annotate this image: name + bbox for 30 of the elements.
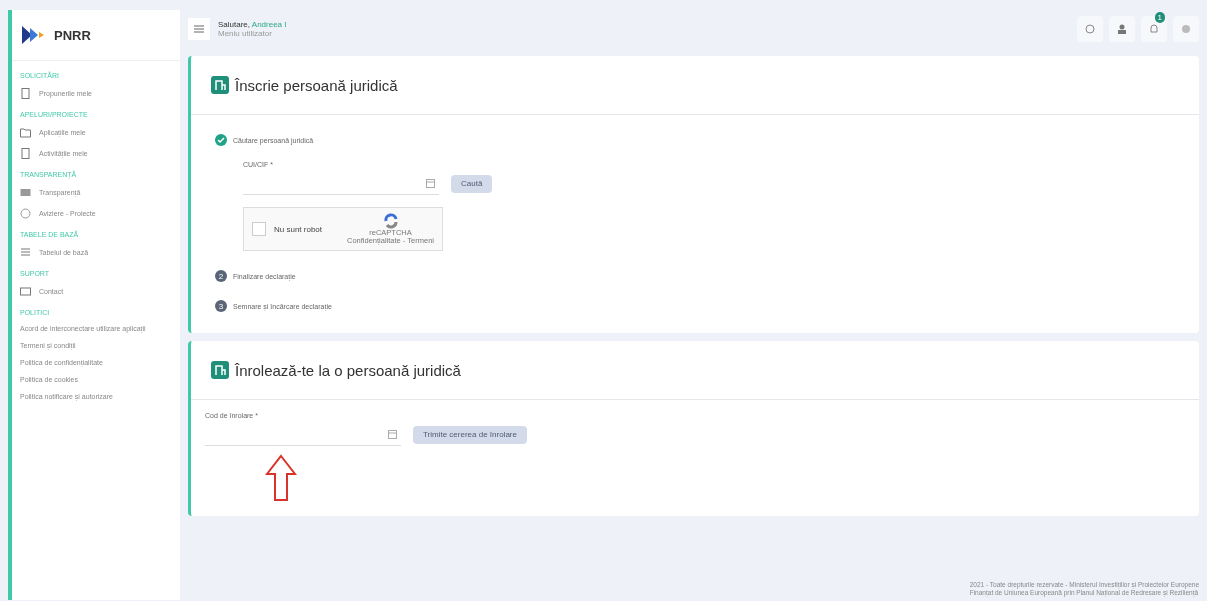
building-icon xyxy=(211,76,229,94)
user-menu-link[interactable]: Meniu utilizator xyxy=(218,29,287,38)
menu-icon xyxy=(194,25,204,33)
card-title: Înrolează-te la o persoană juridică xyxy=(235,361,461,379)
captcha-checkbox[interactable] xyxy=(252,222,266,236)
building-icon xyxy=(211,361,229,379)
folder-icon xyxy=(20,127,31,138)
circle-icon xyxy=(20,208,31,219)
card-title: Înscrie persoană juridică xyxy=(235,76,398,94)
user-button[interactable] xyxy=(1109,16,1135,42)
up-arrow-drawing xyxy=(265,454,297,502)
captcha-logo-icon xyxy=(382,212,399,229)
document-icon xyxy=(20,88,31,99)
help-button[interactable] xyxy=(1077,16,1103,42)
menu-button[interactable] xyxy=(188,18,210,40)
document-icon xyxy=(20,148,31,159)
logo-text: PNRR xyxy=(54,27,91,43)
notification-badge: 1 xyxy=(1154,12,1165,23)
captcha-label: Nu sunt robot xyxy=(274,224,323,234)
user-icon xyxy=(1117,24,1127,34)
step-number: 2 xyxy=(215,270,227,282)
bell-icon xyxy=(1149,24,1159,34)
settings-button[interactable] xyxy=(1173,16,1199,42)
calendar-icon xyxy=(388,429,397,439)
calendar-icon xyxy=(426,178,435,188)
greeting-text: Salutare, Andreea I xyxy=(218,20,287,29)
search-button[interactable]: Caută xyxy=(451,174,493,193)
submit-button[interactable]: Trimite cererea de înrolare xyxy=(413,425,527,444)
list-icon xyxy=(20,247,31,258)
step-number: 3 xyxy=(215,300,227,312)
